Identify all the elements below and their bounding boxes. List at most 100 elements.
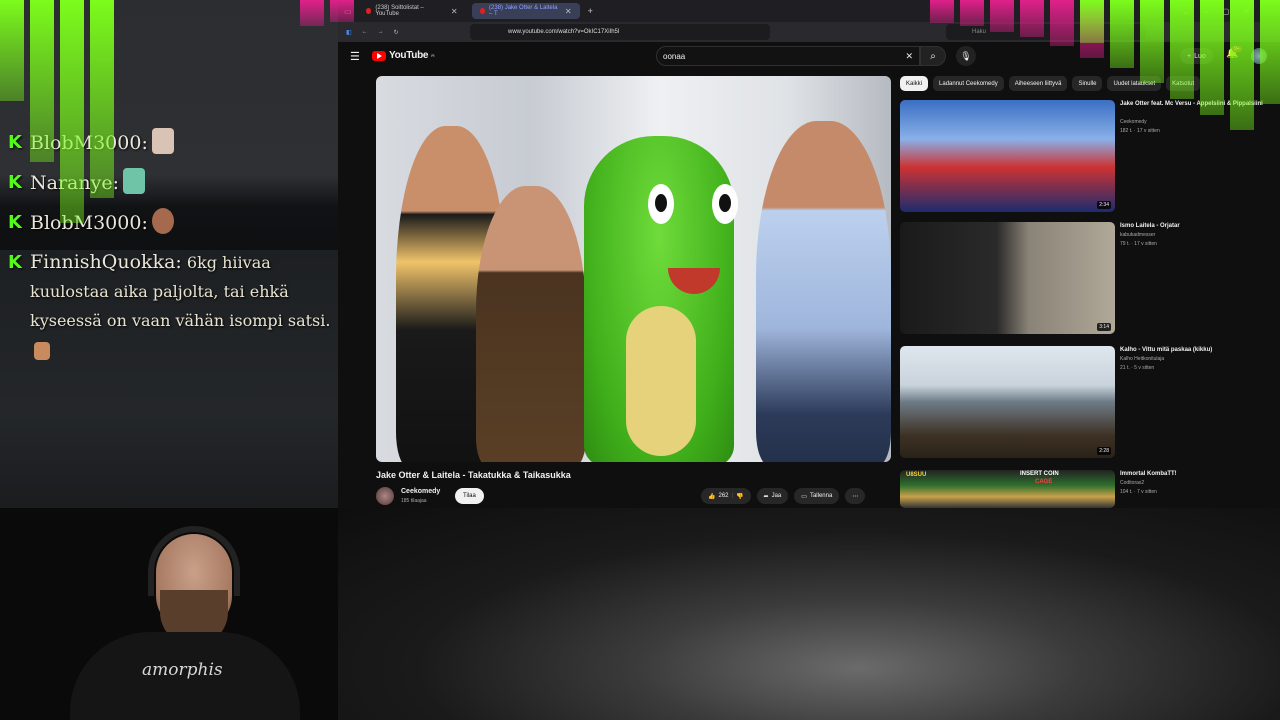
video-thumbnail: 2:34: [900, 100, 1115, 212]
audio-bar: [1140, 0, 1164, 83]
subscribe-button[interactable]: Tilaa: [455, 488, 484, 504]
chip-for-you[interactable]: Sinulle: [1072, 76, 1103, 91]
game-score-text: U8SUU: [906, 472, 927, 478]
streamer-shirt: amorphis: [70, 632, 300, 720]
recommendation-item[interactable]: 3:14 Ismo Laitela - Orjatar kabukadmesse…: [900, 222, 1270, 338]
tab-bar: ▭ (238) Soittolistat – YouTube ✕ (238) J…: [338, 0, 1280, 22]
chat-message: K Naranye:: [8, 168, 333, 198]
close-tab-icon[interactable]: ✕: [565, 7, 572, 16]
audio-bar: [0, 0, 24, 101]
more-actions-button[interactable]: ⋯: [845, 488, 866, 504]
emote-icon: [34, 341, 50, 360]
tab-playlists[interactable]: (238) Soittolistat – YouTube ✕: [358, 3, 466, 19]
dinosaur-belly: [626, 306, 696, 456]
voice-search-button[interactable]: 🎙: [956, 46, 976, 66]
audio-bar: [30, 0, 54, 162]
person-right: [756, 121, 891, 462]
audio-bar: [1170, 0, 1194, 99]
kick-badge-icon: K: [8, 212, 22, 233]
kick-badge-icon: K: [8, 172, 22, 193]
nav-back-icon[interactable]: ←: [362, 29, 368, 35]
kick-badge-icon: K: [8, 252, 22, 273]
chip-uploaded-by[interactable]: Ladannut Ceekomedy: [933, 76, 1004, 91]
share-button[interactable]: ➦ Jaa: [756, 488, 789, 504]
new-tab-icon[interactable]: +: [588, 6, 593, 16]
recommendation-item[interactable]: 2:28 Kalho - Vittu mitä paskaa (kikku) K…: [900, 346, 1270, 462]
recommendation-meta: 104 t. · 7 v sitten: [1120, 489, 1157, 495]
tab-label: (238) Soittolistat – YouTube: [375, 5, 424, 17]
search-icon: ⌕: [930, 50, 936, 62]
close-tab-icon[interactable]: ✕: [451, 7, 458, 16]
chip-all[interactable]: Kaikki: [900, 76, 929, 91]
chip-related[interactable]: Aiheeseen liittyvä: [1008, 76, 1068, 91]
share-icon: ➦: [763, 493, 769, 500]
audio-bar: [990, 0, 1014, 32]
channel-avatar[interactable]: [376, 487, 394, 505]
video-player[interactable]: [376, 76, 891, 462]
audio-bar: [960, 0, 984, 26]
menu-icon[interactable]: ☰: [350, 50, 360, 63]
video-thumbnail: U8SUU INSERT COIN CAGE: [900, 470, 1115, 508]
channel-name[interactable]: Ceekomedy: [401, 488, 440, 495]
recommendation-title: Ismo Laitela - Orjatar: [1120, 223, 1180, 229]
thumbs-up-icon: 👍: [708, 493, 716, 500]
audio-bar: [330, 0, 354, 22]
search-input[interactable]: oonaa ✕: [656, 46, 920, 66]
duration-badge: 2:28: [1097, 447, 1111, 455]
tab-current-video[interactable]: (238) Jake Otter & Laitela – T ✕: [471, 3, 580, 19]
subscriber-count: 185 tilaajaa: [401, 498, 427, 504]
video-title: Jake Otter & Laitela - Takatukka & Taika…: [376, 470, 571, 480]
dinosaur-pupil: [719, 194, 731, 212]
youtube-play-icon: [372, 50, 386, 61]
save-button[interactable]: ▭ Tallenna: [794, 488, 840, 504]
share-label: Jaa: [771, 493, 782, 499]
logo-text: YouTube: [389, 50, 429, 61]
thumbs-down-icon[interactable]: 👎: [736, 493, 743, 500]
youtube-logo[interactable]: YouTube FI: [372, 50, 434, 61]
audio-bar: [1050, 0, 1074, 46]
streamer-webcam: amorphis: [60, 520, 300, 720]
duration-badge: 2:34: [1097, 201, 1111, 209]
audio-bar: [60, 0, 84, 223]
recommendation-title: Immortal KombaTT!: [1120, 471, 1177, 477]
youtube-header: ☰ YouTube FI oonaa ✕ ⌕ 🎙 + Luo 🔔 9+: [338, 42, 1280, 70]
emote-icon: [151, 128, 174, 154]
url-text: www.youtube.com/watch?v=OkIC17XiIh5I: [508, 29, 620, 35]
audio-bar: [1200, 0, 1224, 115]
audio-bar: [1230, 0, 1254, 130]
chat-text: FinnishQuokka: 6kg hiivaa kuulostaa aika…: [30, 248, 333, 364]
recommendation-item[interactable]: 2:34 Jake Otter feat. Mc Versu - Appelsi…: [900, 100, 1270, 216]
reload-icon[interactable]: ↻: [394, 29, 399, 36]
audio-bar: [930, 0, 954, 23]
like-count: 262: [718, 493, 729, 499]
youtube-favicon-icon: [479, 8, 486, 14]
emote-icon: [122, 168, 145, 194]
back-icon[interactable]: ◧: [346, 29, 352, 36]
chat-overlay: K BlobM3000: K Naranye: K BlobM3000: K F…: [8, 128, 333, 374]
chat-message: K BlobM3000:: [8, 128, 333, 158]
audio-bar: [90, 0, 114, 198]
recommendation-channel: Coditoras2: [1120, 480, 1145, 486]
audio-bar: [1020, 0, 1044, 37]
person-center-left: [476, 186, 586, 462]
search-button[interactable]: ⌕: [920, 46, 946, 66]
chat-message: K BlobM3000:: [8, 208, 333, 238]
recommendation-channel: kabukadmesser: [1120, 232, 1156, 238]
nav-forward-icon[interactable]: →: [378, 29, 384, 35]
audio-bar: [1110, 0, 1134, 68]
recommendation-title: Kalho - Vittu mitä paskaa (kikku): [1120, 347, 1213, 353]
more-icon: ⋯: [852, 493, 859, 500]
lower-background-snow: [338, 508, 1280, 720]
video-thumbnail: 3:14: [900, 222, 1115, 334]
kick-badge-icon: K: [8, 132, 22, 153]
audio-bar: [300, 0, 324, 26]
clear-search-icon[interactable]: ✕: [905, 51, 913, 62]
address-bar[interactable]: www.youtube.com/watch?v=OkIC17XiIh5I: [470, 24, 770, 40]
chat-message: K FinnishQuokka: 6kg hiivaa kuulostaa ai…: [8, 248, 333, 364]
like-button[interactable]: 👍 262 | 👎: [701, 488, 751, 504]
chat-username: FinnishQuokka:: [30, 251, 182, 273]
recommendation-item[interactable]: U8SUU INSERT COIN CAGE Immortal KombaTT!…: [900, 470, 1270, 508]
country-code: FI: [431, 53, 435, 58]
video-actions: 👍 262 | 👎 ➦ Jaa ▭ Tallenna ⋯: [701, 488, 866, 504]
dinosaur-pupil: [655, 194, 667, 212]
